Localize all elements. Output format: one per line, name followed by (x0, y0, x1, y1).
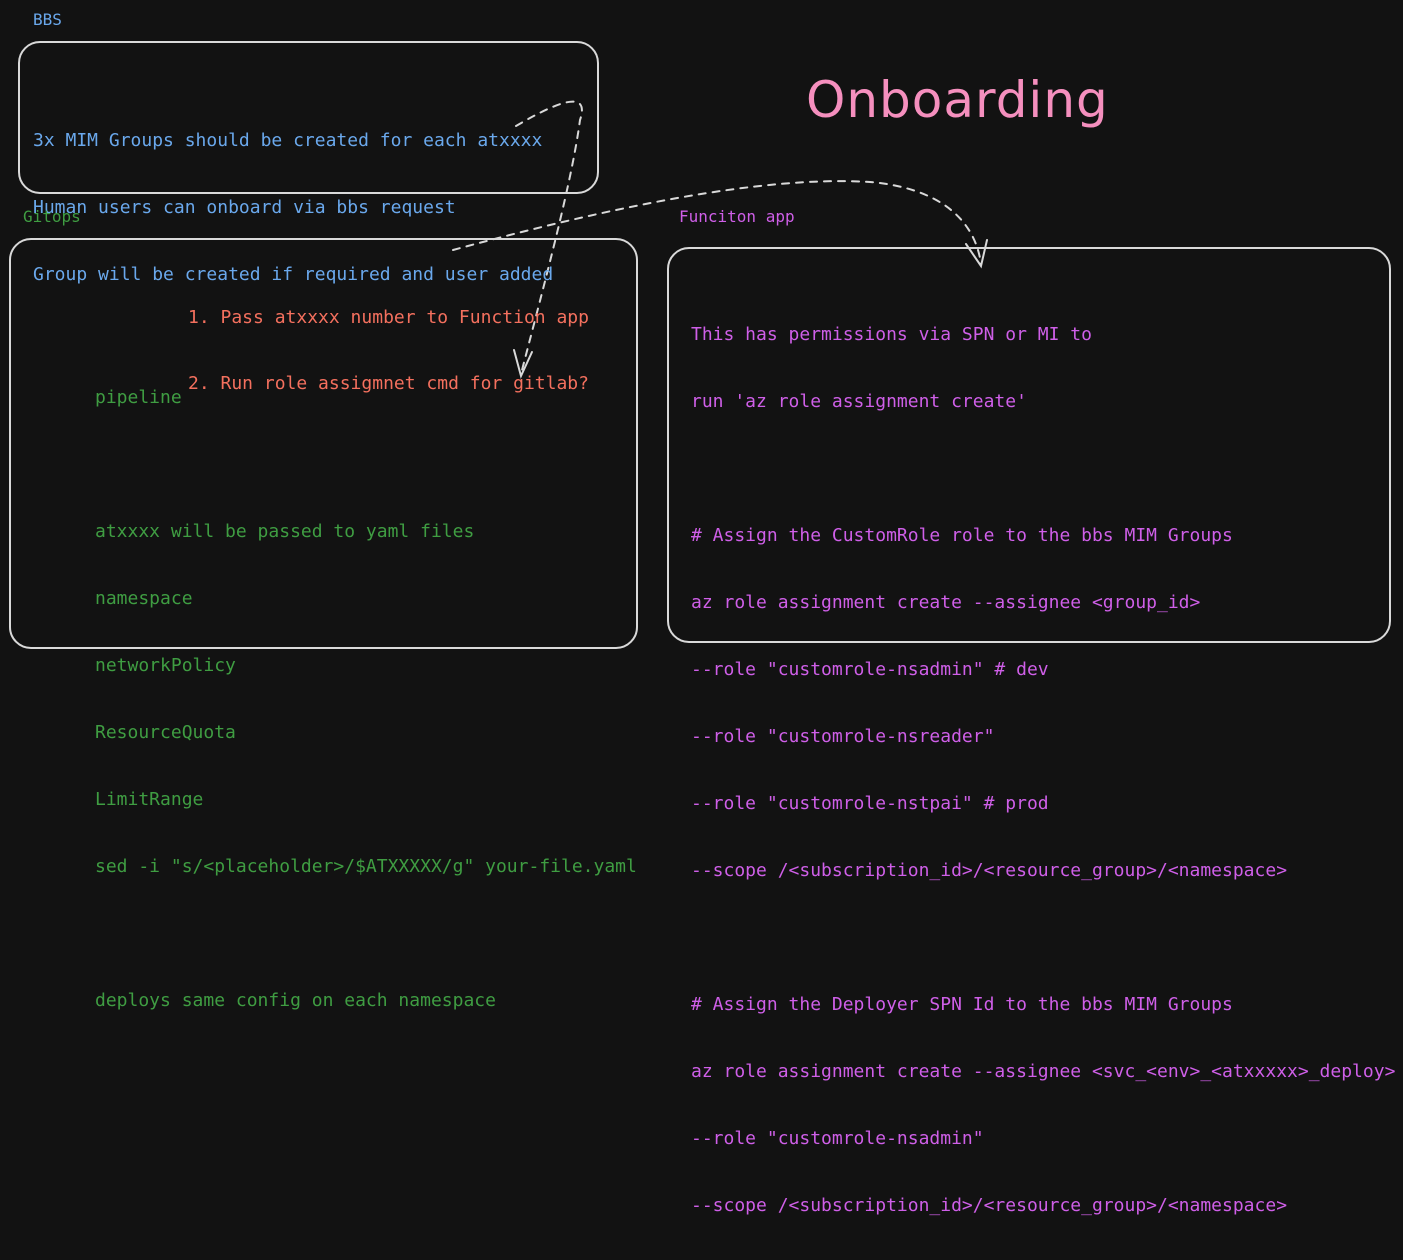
function-app-line: --role "customrole-nsadmin" (691, 1128, 984, 1149)
function-app-line: --scope /<subscription_id>/<resource_gro… (691, 1195, 1288, 1216)
gitops-line: LimitRange (95, 789, 204, 810)
function-app-line: --scope /<subscription_id>/<resource_gro… (691, 860, 1288, 881)
bbs-line: 3x MIM Groups should be created for each… (33, 130, 543, 151)
diagram-canvas: Onboarding BBS 3x MIM Groups should be c… (0, 0, 1403, 1216)
function-app-line: This has permissions via SPN or MI to (691, 324, 1092, 345)
gitops-line: atxxxx will be passed to yaml files (95, 521, 475, 542)
diagram-title: Onboarding (806, 71, 1109, 129)
function-app-line: --role "customrole-nsadmin" # dev (691, 659, 1049, 680)
function-app-line (691, 456, 1395, 481)
function-app-line: run 'az role assignment create' (691, 391, 1027, 412)
gitops-line: deploys same config on each namespace (95, 990, 496, 1011)
function-app-notes: This has permissions via SPN or MI to ru… (691, 280, 1395, 1260)
function-app-line: az role assignment create --assignee <gr… (691, 592, 1201, 613)
gitops-line: networkPolicy (95, 655, 236, 676)
gitops-line (95, 452, 637, 477)
function-app-line (691, 925, 1395, 950)
gitops-heading: Gitops (23, 207, 81, 226)
gitops-line (95, 921, 637, 946)
function-app-line: # Assign the CustomRole role to the bbs … (691, 525, 1233, 546)
gitops-line: sed -i "s/<placeholder>/$ATXXXXX/g" your… (95, 856, 637, 877)
gitops-line: pipeline (95, 387, 182, 408)
gitops-line: ResourceQuota (95, 722, 236, 743)
gitops-step: 1. Pass atxxxx number to Function app (188, 307, 589, 328)
function-app-line: az role assignment create --assignee <sv… (691, 1061, 1396, 1082)
bbs-line: Human users can onboard via bbs request (33, 197, 456, 218)
gitops-line: namespace (95, 588, 193, 609)
bbs-heading: BBS (33, 10, 62, 29)
function-app-line: --role "customrole-nsreader" (691, 726, 995, 747)
function-app-line: --role "customrole-nstpai" # prod (691, 793, 1049, 814)
gitops-notes: pipeline atxxxx will be passed to yaml f… (95, 343, 637, 1055)
function-app-line: # Assign the Deployer SPN Id to the bbs … (691, 994, 1233, 1015)
function-app-heading: Funciton app (679, 207, 795, 226)
